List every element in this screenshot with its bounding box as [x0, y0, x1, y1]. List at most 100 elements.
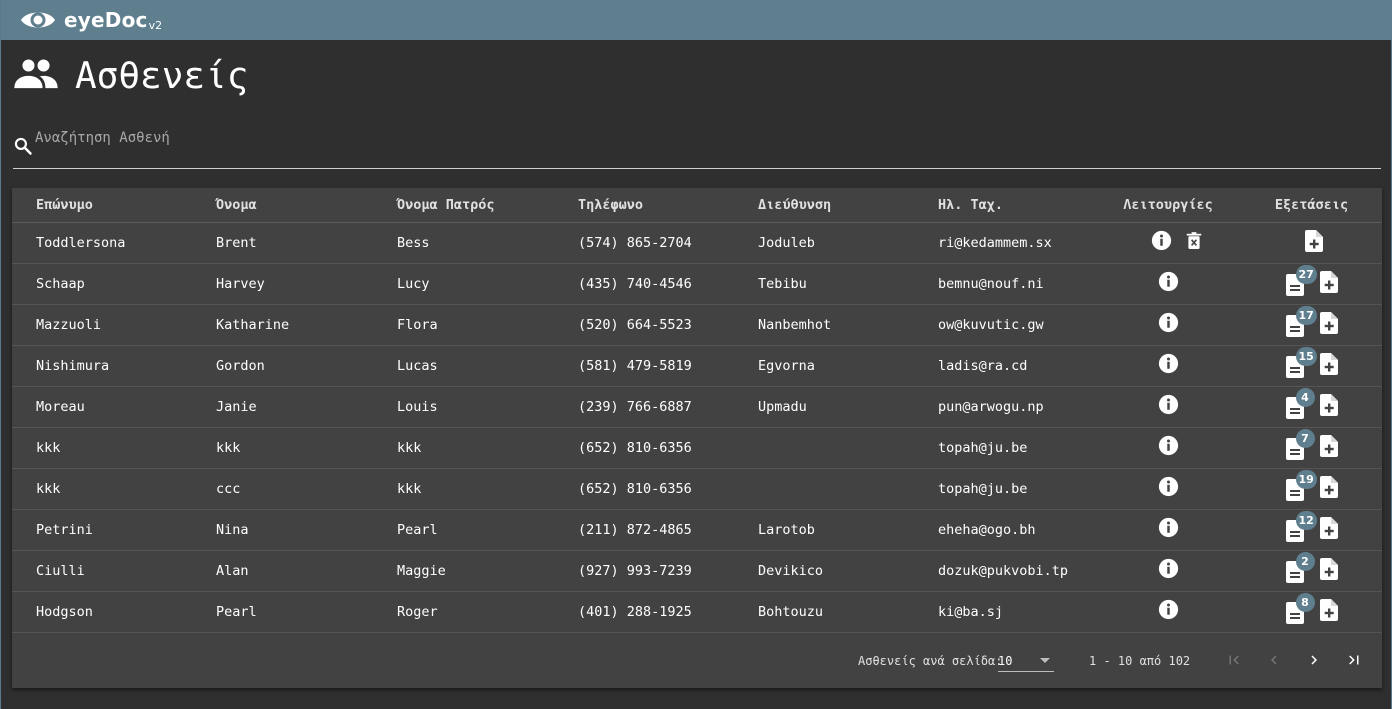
header-email[interactable]: Ηλ. Ταχ. [914, 188, 1095, 223]
app-version: v2 [148, 18, 163, 32]
exams-list-button[interactable]: 15 [1285, 346, 1317, 378]
header-phone[interactable]: Τηλέφωνο [554, 188, 734, 223]
add-exam-icon[interactable] [1319, 311, 1338, 338]
paginator: Ασθενείς ανά σελίδα: 10 1 - 10 από 102 [12, 632, 1382, 688]
table-row[interactable]: Ciulli Alan Maggie (927) 993-7239 Devikico do… [12, 550, 1382, 592]
add-exam-icon[interactable] [1319, 393, 1338, 420]
table-row[interactable]: Moreau Janie Louis (239) 766-6887 Upmadu pun@… [12, 386, 1382, 428]
cell-email: topah@ju.be [914, 427, 1095, 469]
exam-count-badge: 15 [1295, 346, 1317, 366]
cell-address: Upmadu [734, 386, 914, 428]
previous-page-button[interactable] [1260, 646, 1288, 674]
chevron-right-icon [1311, 655, 1317, 665]
items-per-page-label: Ασθενείς ανά σελίδα: [858, 654, 1003, 668]
exam-count-badge: 27 [1295, 264, 1317, 284]
table-row[interactable]: Toddlersona Brent Bess (574) 865-2704 Jodule… [12, 222, 1382, 264]
info-icon[interactable] [1158, 271, 1179, 296]
table-row[interactable]: Schaap Harvey Lucy (435) 740-4546 Tebibu bemn… [12, 263, 1382, 305]
add-exam-icon[interactable] [1319, 434, 1338, 461]
cell-name: Harvey [192, 263, 373, 305]
cell-email: ow@kuvutic.gw [914, 304, 1095, 346]
exams-list-button[interactable]: 19 [1285, 469, 1317, 501]
table-row[interactable]: Hodgson Pearl Roger (401) 288-1925 Bohtouzu k… [12, 591, 1382, 633]
cell-father-name: Louis [373, 386, 554, 428]
add-exam-icon[interactable] [1319, 557, 1338, 584]
exams-list-button[interactable]: 12 [1285, 510, 1317, 542]
patients-table: Επώνυμο Όνομα Όνομα Πατρός Τηλέφωνο Διεύ… [12, 188, 1382, 633]
add-exam-icon[interactable] [1319, 598, 1338, 625]
cell-surname: Moreau [12, 386, 192, 428]
table-row[interactable]: kkk ccc kkk (652) 810-6356 topah@ju.be 19 [12, 468, 1382, 510]
info-icon[interactable] [1158, 476, 1179, 501]
info-icon[interactable] [1158, 312, 1179, 337]
cell-exams: 19 [1241, 468, 1382, 510]
chevron-left-icon [1271, 655, 1277, 665]
cell-exams: 7 [1241, 427, 1382, 469]
cell-actions [1095, 222, 1241, 264]
info-icon[interactable] [1158, 599, 1179, 624]
cell-father-name: kkk [373, 468, 554, 510]
info-icon[interactable] [1158, 435, 1179, 460]
header-father-name[interactable]: Όνομα Πατρός [373, 188, 554, 223]
first-page-button[interactable] [1220, 646, 1248, 674]
exams-list-button[interactable]: 2 [1285, 551, 1315, 583]
exams-list-button[interactable]: 7 [1285, 428, 1315, 460]
dropdown-arrow-icon [1040, 658, 1050, 663]
table-row[interactable]: Mazzuoli Katharine Flora (520) 664-5523 Nanb… [12, 304, 1382, 346]
table-row[interactable]: kkk kkk kkk (652) 810-6356 topah@ju.be 7 [12, 427, 1382, 469]
header-address[interactable]: Διεύθυνση [734, 188, 914, 223]
exams-list-button[interactable]: 27 [1285, 264, 1317, 296]
add-exam-icon[interactable] [1319, 475, 1338, 502]
exams-list-button[interactable]: 8 [1285, 592, 1315, 624]
cell-exams: 15 [1241, 345, 1382, 387]
add-exam-icon[interactable] [1319, 516, 1338, 543]
cell-surname: Mazzuoli [12, 304, 192, 346]
add-exam-icon[interactable] [1304, 229, 1323, 256]
header-name[interactable]: Όνομα [192, 188, 373, 223]
cell-address: Devikico [734, 550, 914, 592]
first-page-icon [1229, 655, 1239, 665]
cell-email: bemnu@nouf.ni [914, 263, 1095, 305]
exam-count-badge: 7 [1295, 428, 1315, 448]
info-icon[interactable] [1158, 394, 1179, 419]
info-icon[interactable] [1158, 353, 1179, 378]
cell-father-name: Bess [373, 222, 554, 264]
cell-exams: 27 [1241, 263, 1382, 305]
cell-address [734, 427, 914, 469]
delete-icon[interactable] [1186, 231, 1202, 254]
table-row[interactable]: Nishimura Gordon Lucas (581) 479-5819 Egvorn… [12, 345, 1382, 387]
cell-father-name: Lucas [373, 345, 554, 387]
cell-address [734, 468, 914, 510]
cell-actions [1095, 386, 1241, 428]
add-exam-icon[interactable] [1319, 352, 1338, 379]
search-input[interactable] [35, 124, 1335, 152]
info-icon[interactable] [1158, 517, 1179, 542]
info-icon[interactable] [1158, 558, 1179, 583]
table-row[interactable]: Petrini Nina Pearl (211) 872-4865 Larotob ehe… [12, 509, 1382, 551]
last-page-button[interactable] [1340, 646, 1368, 674]
cell-actions [1095, 468, 1241, 510]
last-page-icon [1349, 655, 1359, 665]
next-page-button[interactable] [1300, 646, 1328, 674]
exam-count-badge: 8 [1295, 592, 1315, 612]
exams-list-button[interactable]: 17 [1285, 305, 1317, 337]
cell-actions [1095, 304, 1241, 346]
cell-address: Larotob [734, 509, 914, 551]
info-icon[interactable] [1151, 230, 1172, 255]
patients-table-card: Επώνυμο Όνομα Όνομα Πατρός Τηλέφωνο Διεύ… [12, 188, 1382, 688]
cell-surname: kkk [12, 468, 192, 510]
cell-name: Gordon [192, 345, 373, 387]
app-name[interactable]: eyeDoc [64, 8, 148, 32]
cell-actions [1095, 263, 1241, 305]
exams-list-button[interactable]: 4 [1285, 387, 1315, 419]
cell-father-name: Maggie [373, 550, 554, 592]
eye-logo-icon [20, 8, 58, 32]
cell-email: eheha@ogo.bh [914, 509, 1095, 551]
header-surname[interactable]: Επώνυμο [12, 188, 192, 223]
cell-address: Egvorna [734, 345, 914, 387]
cell-phone: (211) 872-4865 [554, 509, 734, 551]
cell-surname: Hodgson [12, 591, 192, 633]
page-header: Ασθενείς [13, 54, 248, 98]
items-per-page-select[interactable]: 10 [998, 648, 1054, 672]
add-exam-icon[interactable] [1319, 270, 1338, 297]
